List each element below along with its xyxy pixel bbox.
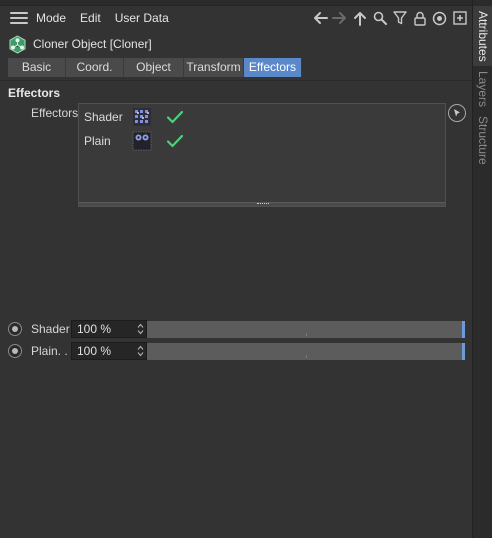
strength-input[interactable]: 100 % (71, 320, 147, 338)
pick-object-cursor-icon[interactable] (448, 104, 466, 122)
menu-bar: Mode Edit User Data (0, 6, 472, 30)
animate-radio-button[interactable] (8, 322, 22, 336)
strength-label: Shader (31, 322, 70, 336)
shader-effector-icon (132, 107, 152, 127)
effector-name: Plain (84, 134, 111, 148)
toolbar-icons (311, 9, 468, 27)
list-item[interactable]: Shader (84, 106, 184, 128)
attribute-tabs: Basic Coord. Object Transform Effectors (8, 58, 302, 77)
tab-structure-label: Structure (476, 115, 490, 165)
cloner-icon (8, 34, 27, 54)
menu-user-data[interactable]: User Data (115, 11, 169, 25)
stepper-arrows-icon[interactable] (137, 322, 144, 336)
hamburger-menu-icon[interactable] (10, 11, 28, 25)
right-vertical-tabs: Attributes Layers Structure (472, 0, 492, 538)
effectors-list[interactable]: Shader Plain (78, 103, 446, 207)
section-title: Effectors (8, 86, 61, 100)
target-icon[interactable] (431, 9, 448, 27)
effector-enabled-checkmark-icon[interactable] (166, 110, 184, 124)
tab-transform[interactable]: Transform (184, 58, 244, 77)
strength-value: 100 % (77, 322, 112, 336)
strength-input[interactable]: 100 % (71, 342, 147, 360)
tab-object[interactable]: Object (124, 58, 184, 77)
strength-label: Plain. . (31, 344, 68, 358)
tab-attributes[interactable]: Attributes (473, 6, 492, 66)
object-header: Cloner Object [Cloner] (8, 34, 152, 54)
menu-edit[interactable]: Edit (80, 11, 101, 25)
slider-handle[interactable] (462, 342, 465, 360)
menu-mode[interactable]: Mode (36, 11, 66, 25)
search-icon[interactable] (371, 9, 388, 27)
strength-slider[interactable] (147, 320, 465, 338)
filter-icon[interactable] (391, 9, 408, 27)
strength-value: 100 % (77, 344, 112, 358)
arrow-left-icon[interactable] (311, 9, 328, 27)
list-item[interactable]: Plain (84, 130, 184, 152)
tab-attributes-label: Attributes (476, 10, 490, 62)
tab-effectors[interactable]: Effectors (244, 58, 302, 77)
lock-icon[interactable] (411, 9, 428, 27)
tab-basic[interactable]: Basic (8, 58, 66, 77)
animate-radio-button[interactable] (8, 344, 22, 358)
plain-effector-icon (132, 131, 152, 151)
object-title: Cloner Object [Cloner] (33, 37, 152, 51)
slider-midpoint-tick (306, 354, 307, 358)
slider-midpoint-tick (306, 332, 307, 336)
attributes-panel: Mode Edit User Data Cloner Object [Clone… (0, 0, 472, 538)
effector-enabled-checkmark-icon[interactable] (166, 134, 184, 148)
slider-handle[interactable] (462, 320, 465, 338)
effectors-field-label: Effectors (31, 106, 79, 120)
tab-layers[interactable]: Layers (473, 70, 492, 108)
header-divider (0, 80, 472, 81)
add-panel-icon[interactable] (451, 9, 468, 27)
tab-layers-label: Layers (476, 70, 490, 108)
tab-coord[interactable]: Coord. (66, 58, 124, 77)
resize-grip-icon[interactable] (257, 203, 269, 206)
strength-row-shader: Shader 100 % (8, 320, 468, 338)
effector-name: Shader (84, 110, 123, 124)
strength-row-plain: Plain. . 100 % (8, 342, 468, 360)
list-resize-bar[interactable] (79, 202, 445, 206)
tab-structure[interactable]: Structure (473, 112, 492, 168)
stepper-arrows-icon[interactable] (137, 344, 144, 358)
strength-slider[interactable] (147, 342, 465, 360)
arrow-right-icon[interactable] (331, 9, 348, 27)
arrow-up-icon[interactable] (351, 9, 368, 27)
